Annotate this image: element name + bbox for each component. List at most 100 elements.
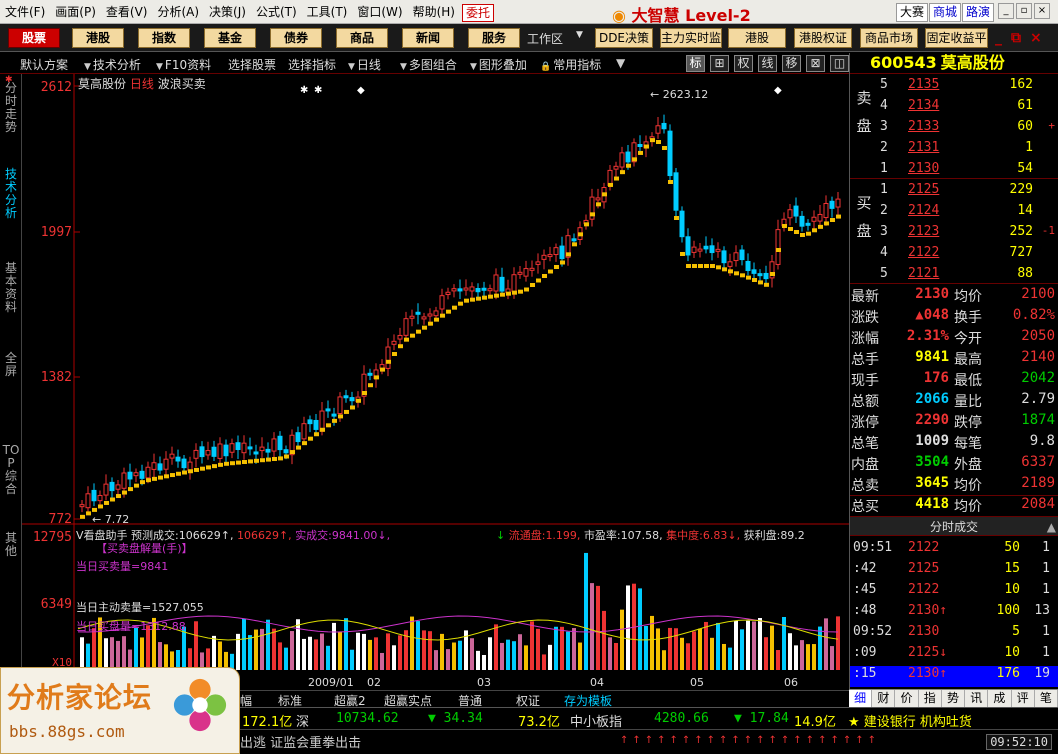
quote-tab-detail[interactable]: 细	[849, 690, 873, 707]
toolbar-f10[interactable]: ▼ F10资料	[156, 56, 211, 73]
sub-minimize-icon[interactable]: _	[995, 30, 1002, 46]
bid-row[interactable]: 1 2125 229	[880, 182, 1055, 203]
toolbar-more-icon[interactable]: ▼	[616, 56, 625, 70]
scroll-up-icon[interactable]: ▲	[1047, 517, 1056, 537]
rights-icon[interactable]: 权	[734, 55, 753, 72]
quote-tab-finance[interactable]: 财	[872, 690, 896, 707]
tick-row-selected[interactable]: :15 2130↑ 176 19	[850, 666, 1058, 687]
toolbar-default-scheme[interactable]: 默认方案	[20, 56, 68, 73]
ask-change: +	[1048, 119, 1055, 132]
menu-view-layout[interactable]: 画面(P)	[50, 3, 101, 20]
nav-hk-warrants[interactable]: 港股权证	[794, 28, 852, 48]
sub-restore-icon[interactable]: ⧉	[1011, 30, 1021, 46]
side-tab-tech-analysis[interactable]: 技术分析	[2, 168, 20, 220]
toolbar-overlay[interactable]: ▼ 图形叠加	[470, 56, 527, 73]
quote-tab-index[interactable]: 指	[919, 690, 942, 707]
sz-label[interactable]: 深	[296, 711, 309, 730]
split-icon[interactable]: ◫	[830, 55, 849, 72]
move-icon[interactable]: 移	[782, 55, 801, 72]
toolbar-period[interactable]: ▼ 日线	[348, 56, 381, 73]
nav-news[interactable]: 新闻	[402, 28, 454, 48]
side-tab-intraday[interactable]: 分时走势	[2, 82, 20, 134]
close-icon[interactable]: ×	[1034, 3, 1050, 19]
quote-tab-news[interactable]: 讯	[965, 690, 989, 707]
ask-row[interactable]: 1 2130 54	[880, 161, 1055, 179]
zoom-icon[interactable]: ⊠	[806, 55, 825, 72]
mark-icon[interactable]: 标	[686, 55, 705, 72]
menu-analysis[interactable]: 分析(A)	[152, 3, 204, 20]
news-ticker[interactable]: ★ 建设银行 机构吐货	[848, 711, 972, 730]
draw-line-icon[interactable]: 线	[758, 55, 777, 72]
workspace-dropdown-icon[interactable]: ▼	[576, 30, 583, 40]
menu-file[interactable]: 文件(F)	[0, 3, 50, 20]
nav-service[interactable]: 服务	[468, 28, 520, 48]
ask-row[interactable]: 2 2131 1	[880, 140, 1055, 161]
nav-commodity[interactable]: 商品	[336, 28, 388, 48]
toolbar-tech-analysis[interactable]: ▼ 技术分析	[84, 56, 141, 73]
wave-line-segment	[422, 325, 427, 330]
quote-tab-trend[interactable]: 势	[942, 690, 966, 707]
sub-close-icon[interactable]: ×	[1030, 30, 1042, 46]
contest-button[interactable]: 大赛	[896, 3, 929, 22]
tick-row[interactable]: 09:51 2122 50 1	[850, 540, 1058, 561]
workspace-label[interactable]: 工作区	[527, 30, 563, 47]
marquee-text[interactable]: 出逃 证监会重拳出击	[240, 732, 361, 751]
tick-row[interactable]: :42 2125 15 1	[850, 561, 1058, 582]
tick-row[interactable]: :48 2130↑ 100 13	[850, 603, 1058, 624]
side-tab-fullscreen[interactable]: 全屏	[2, 352, 20, 378]
toolbar-common-indicator[interactable]: 🔒 常用指标	[540, 56, 601, 73]
nav-commodity-market[interactable]: 商品市场	[860, 28, 918, 48]
nav-index[interactable]: 指数	[138, 28, 190, 48]
minimize-icon[interactable]: _	[998, 3, 1014, 19]
wave-line-segment	[302, 441, 307, 446]
maximize-icon[interactable]: ▫	[1016, 3, 1032, 19]
quote-tab-price[interactable]: 价	[895, 690, 919, 707]
menu-window[interactable]: 窗口(W)	[352, 3, 407, 20]
nav-fixed-income[interactable]: 固定收益平	[925, 28, 988, 48]
candle-body	[739, 249, 745, 261]
roadshow-button[interactable]: 路演	[962, 3, 995, 22]
tick-row[interactable]: :09 2125↓ 10 1	[850, 645, 1058, 666]
nav-hk-stocks-2[interactable]: 港股	[728, 28, 786, 48]
quote-tab-comment[interactable]: 评	[1012, 690, 1035, 707]
candle-body	[175, 456, 181, 462]
stat-value: 1874	[1021, 412, 1055, 428]
bid-row[interactable]: 5 2121 88	[880, 266, 1055, 284]
mall-button[interactable]: 商城	[929, 3, 962, 22]
side-tab-basic-info[interactable]: 基本资料	[2, 262, 20, 314]
nav-fund[interactable]: 基金	[204, 28, 256, 48]
ask-row[interactable]: 5 2135 162	[880, 77, 1055, 98]
nav-bond[interactable]: 债券	[270, 28, 322, 48]
nav-stocks[interactable]: 股票	[8, 28, 60, 48]
bid-row[interactable]: 3 2123 252 -1	[880, 224, 1055, 245]
quote-tab-deals[interactable]: 成	[988, 690, 1012, 707]
side-tab-top-composite[interactable]: TOP综合	[2, 444, 20, 496]
menu-formula[interactable]: 公式(T)	[251, 3, 302, 20]
sme-label[interactable]: 中小板指	[570, 711, 622, 730]
nav-dde-decision[interactable]: DDE决策	[595, 28, 653, 48]
menu-tools[interactable]: 工具(T)	[302, 3, 353, 20]
toolbar-select-indicator[interactable]: 选择指标	[288, 56, 336, 73]
bid-row[interactable]: 4 2122 727	[880, 245, 1055, 266]
tick-row[interactable]: 09:52 2130 5 1	[850, 624, 1058, 645]
kline-chart[interactable]: ✱ ✱ ◆ ◆ 2612 1997 1382 772 12795 6349 X1…	[22, 74, 849, 689]
ask-row[interactable]: 4 2134 61	[880, 98, 1055, 119]
menu-decision[interactable]: 决策(J)	[204, 3, 251, 20]
wave-line-segment	[650, 138, 655, 143]
weituo-button[interactable]: 委托	[462, 4, 495, 22]
toolbar-multi-chart[interactable]: ▼ 多图组合	[400, 56, 457, 73]
side-tab-other[interactable]: 其他	[2, 532, 20, 558]
menu-help[interactable]: 帮助(H)	[408, 3, 460, 20]
nav-hk-stocks[interactable]: 港股	[72, 28, 124, 48]
grid-icon[interactable]: ⊞	[710, 55, 729, 72]
bid-row[interactable]: 2 2124 14	[880, 203, 1055, 224]
wave-line-segment	[398, 344, 403, 349]
toolbar-select-stock[interactable]: 选择股票	[228, 56, 276, 73]
quote-tab-trades[interactable]: 笔	[1035, 690, 1058, 707]
nav-main-force-monitor[interactable]: 主力实时监	[660, 28, 722, 48]
menu-bar: 文件(F) 画面(P) 查看(V) 分析(A) 决策(J) 公式(T) 工具(T…	[0, 0, 1058, 25]
tick-row[interactable]: :45 2122 10 1	[850, 582, 1058, 603]
tick-volume: 10	[1004, 582, 1020, 597]
ask-row[interactable]: 3 2133 60 +	[880, 119, 1055, 140]
menu-view[interactable]: 查看(V)	[101, 3, 153, 20]
